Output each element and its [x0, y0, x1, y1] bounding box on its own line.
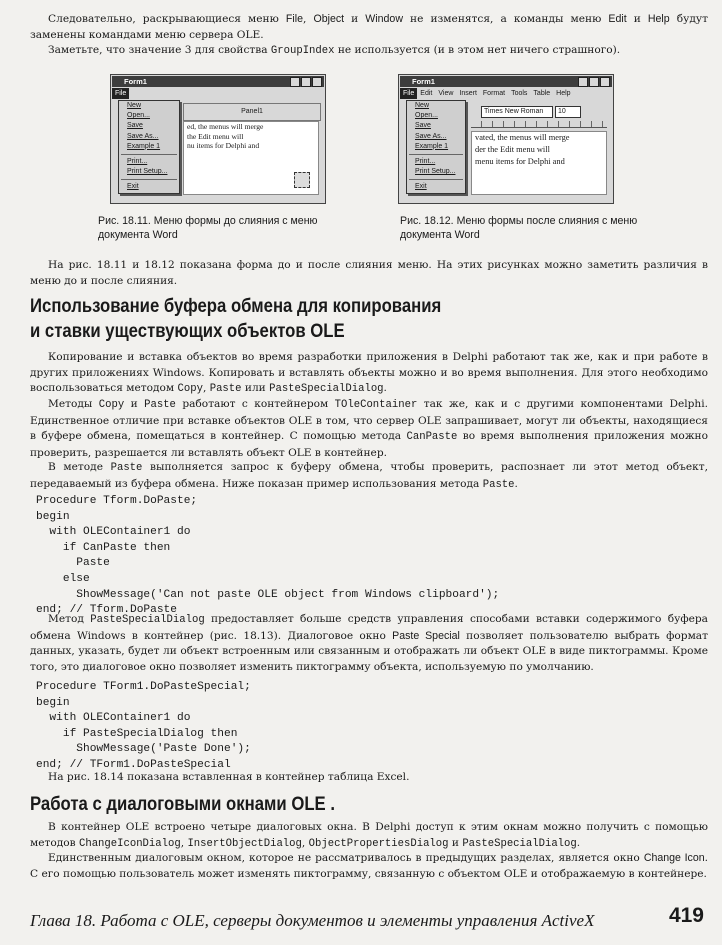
form-menubar: File	[112, 88, 324, 99]
figure-18-12-screenshot: Form1 File Edit View Insert Format Tools Table…	[398, 74, 614, 204]
excel-paragraph: На рис. 18.14 показана вставленная в кон…	[48, 771, 410, 783]
clipboard-paragraph-1: Копирование и вставка объектов во время …	[30, 351, 708, 395]
figure-18-11-caption: Рис. 18.11. Меню формы до слияния с меню…	[98, 215, 318, 241]
panel1: Panel1	[183, 103, 321, 121]
clipboard-paragraph-2: Методы Copy и Paste работают с контейнер…	[30, 398, 708, 459]
maximize-icon	[589, 77, 599, 87]
figures-comparison-paragraph: На рис. 18.11 и 18.12 показана форма до …	[30, 259, 708, 287]
ole-object-icon	[294, 172, 310, 188]
minimize-icon	[578, 77, 588, 87]
maximize-icon	[301, 77, 311, 87]
merged-menubar: File Edit View Insert Format Tools Table Help	[400, 88, 612, 99]
window-titlebar: Form1	[112, 76, 324, 87]
code-listing-dopastespecial: Procedure TForm1.DoPasteSpecial; begin w…	[36, 681, 251, 771]
page-number: 419	[668, 904, 704, 927]
figure-18-11-screenshot: Form1 File Panel1 ed, the menus will mer…	[110, 74, 326, 204]
pastespecial-paragraph: Метод PasteSpecialDialog предоставляет б…	[30, 613, 708, 673]
ole-container: ed, the menus will merge the Edit menu w…	[183, 121, 319, 195]
close-icon	[600, 77, 610, 87]
dialogs-paragraph-1: В контейнер OLE встроено четыре диалогов…	[30, 821, 708, 850]
font-size-box: 10	[555, 106, 581, 118]
font-name-box: Times New Roman	[481, 106, 553, 118]
groupindex-note: Заметьте, что значение 3 для свойства Gr…	[48, 44, 621, 57]
minimize-icon	[290, 77, 300, 87]
ole-container: vated, the menus will merge der the Edit…	[471, 131, 607, 195]
close-icon	[312, 77, 322, 87]
section-heading-clipboard: Использование буфера обмена для копирова…	[30, 296, 442, 342]
file-menu-dropdown: New Open... Save Save As... Example 1 Pr…	[406, 100, 466, 194]
book-page: Следовательно, раскрывающиеся меню File,…	[0, 0, 722, 945]
running-footer: Глава 18. Работа с OLE, серверы документ…	[30, 911, 595, 930]
code-listing-dopaste: Procedure Tform.DoPaste; begin with OLEC…	[36, 495, 500, 617]
figure-18-12-caption: Рис. 18.12. Меню формы после слияния с м…	[400, 215, 638, 241]
clipboard-paragraph-3: В методе Paste выполняется запрос к буфе…	[30, 461, 708, 491]
intro-paragraph: Следовательно, раскрывающиеся меню File,…	[30, 13, 708, 41]
file-menu-dropdown: New Open... Save Save As... Example 1 Pr…	[118, 100, 180, 194]
window-titlebar: Form1	[400, 76, 612, 87]
dialogs-paragraph-2: Единственным диалоговым окном, которое н…	[30, 852, 708, 880]
ruler	[471, 121, 607, 128]
section-heading-dialogs: Работа с диалоговыми окнами OLE .	[30, 794, 335, 815]
